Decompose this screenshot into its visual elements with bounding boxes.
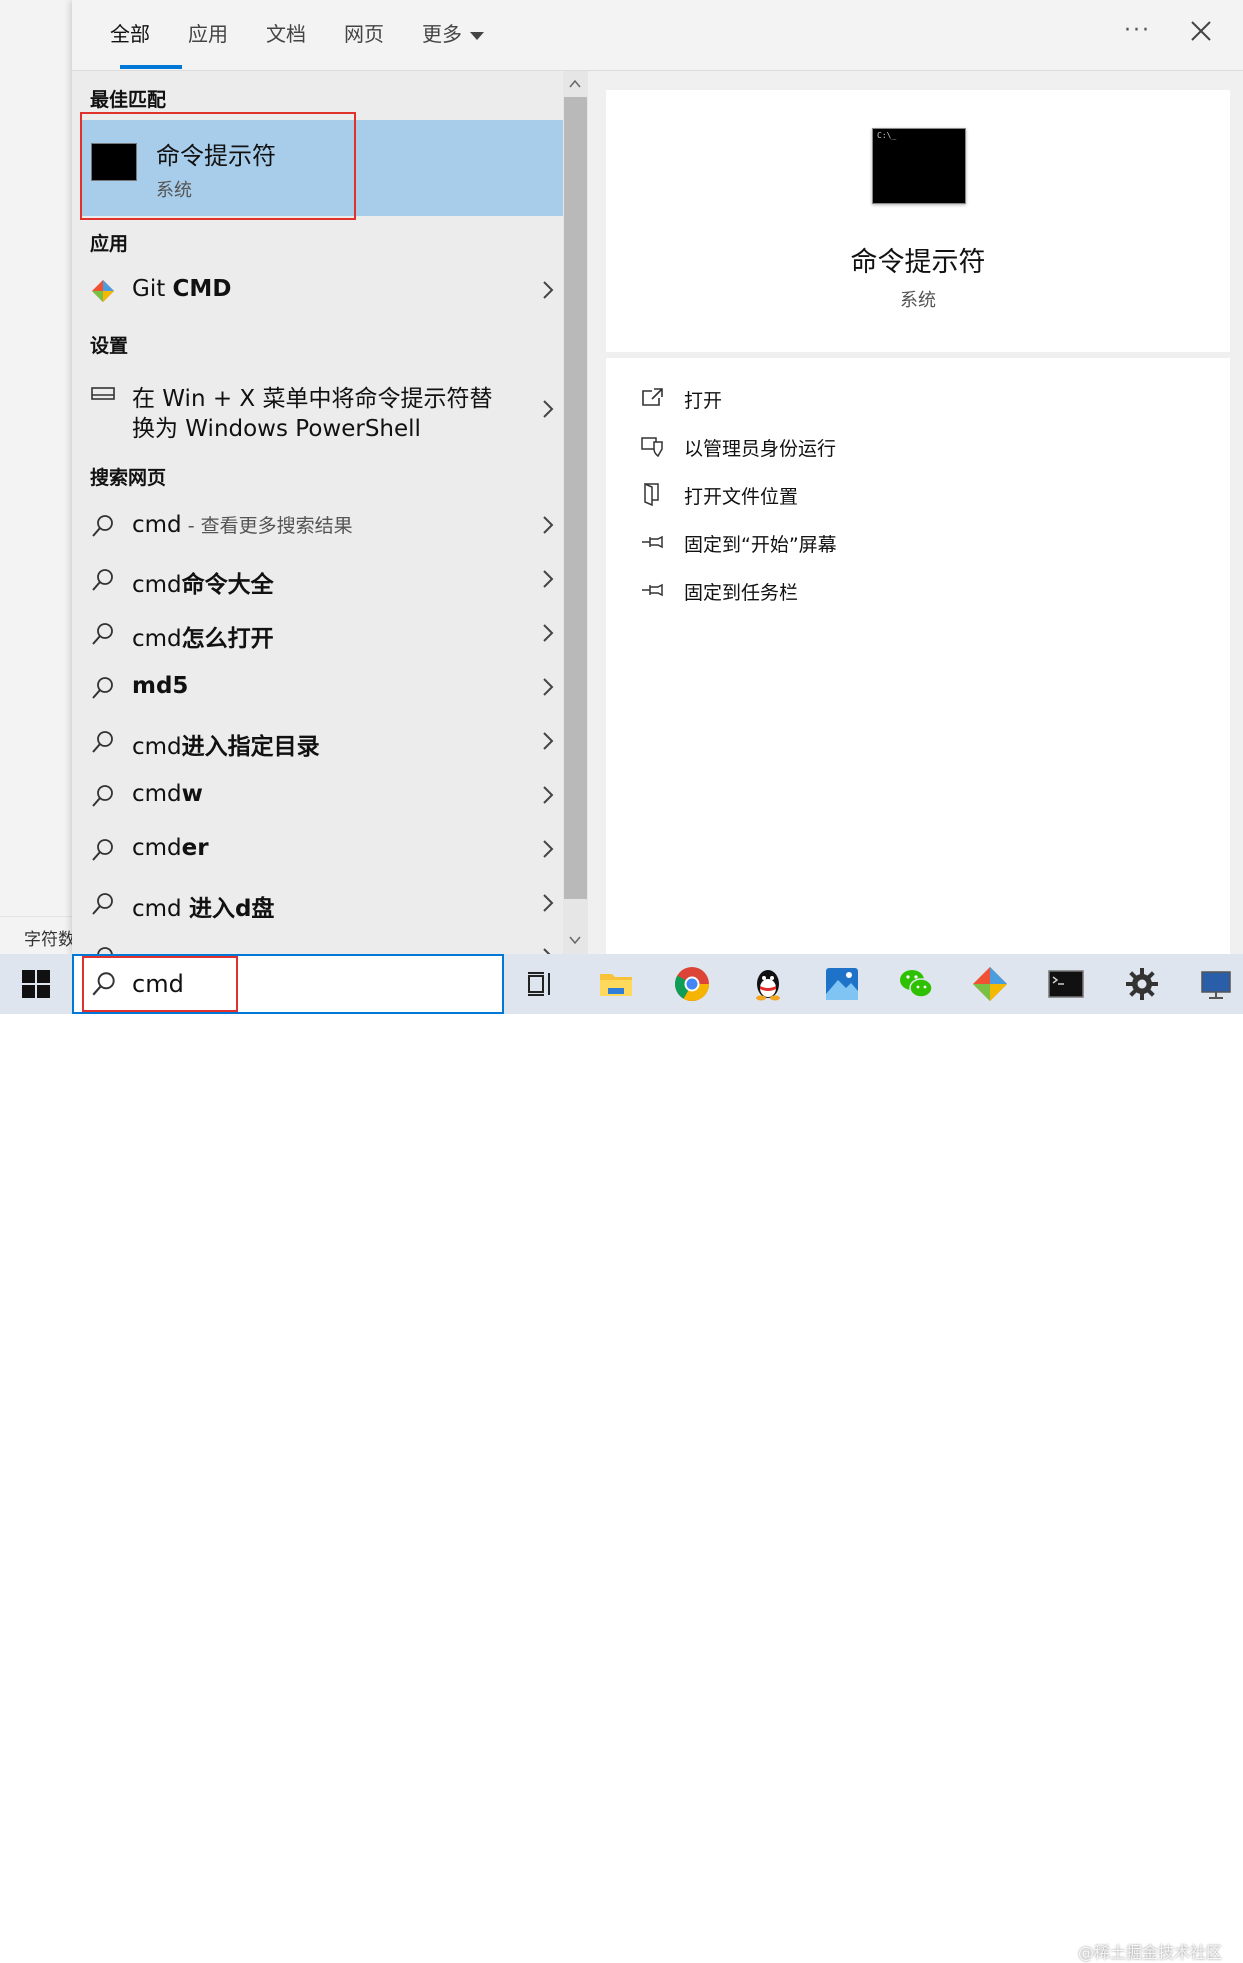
web-result-label: cmd怎么打开 — [132, 626, 274, 652]
chevron-right-icon[interactable] — [542, 569, 554, 589]
settings-label-line1: 在 Win + X 菜单中将命令提示符替 — [132, 386, 493, 412]
action-pin-to-taskbar[interactable]: 固定到任务栏 — [640, 570, 1200, 610]
action-run-as-admin[interactable]: 以管理员身份运行 — [640, 426, 1200, 466]
scroll-up-icon[interactable] — [568, 77, 582, 91]
preview-subtitle: 系统 — [900, 290, 936, 311]
active-tab-indicator — [120, 65, 182, 69]
chevron-right-icon[interactable] — [542, 623, 554, 643]
settings-gear-icon[interactable] — [1122, 964, 1162, 1004]
action-open-file-location[interactable]: 打开文件位置 — [640, 474, 1200, 514]
chevron-right-icon[interactable] — [542, 893, 554, 913]
close-icon[interactable] — [1186, 16, 1216, 46]
web-result-item[interactable]: cmd进入指定目录 — [72, 717, 563, 767]
background-window: 字符数 — [0, 0, 75, 954]
section-settings: 设置 — [90, 335, 129, 357]
section-web: 搜索网页 — [90, 467, 167, 489]
settings-label-line2: 换为 Windows PowerShell — [132, 416, 421, 442]
caret-down-icon — [470, 31, 484, 40]
chevron-right-icon[interactable] — [542, 731, 554, 751]
tab-more[interactable]: 更多 — [422, 18, 484, 47]
chrome-icon[interactable] — [672, 964, 712, 1004]
web-result-item[interactable]: cmd - 查看更多搜索结果 — [72, 501, 563, 551]
scrollbar-thumb[interactable] — [564, 97, 587, 899]
search-icon — [97, 947, 113, 954]
web-result-label: cmd命令大全 — [132, 572, 274, 598]
chevron-right-icon[interactable] — [542, 785, 554, 805]
scroll-down-icon[interactable] — [568, 933, 582, 947]
search-icon — [92, 623, 113, 645]
action-pin-to-start[interactable]: 固定到“开始”屏幕 — [640, 522, 1200, 562]
tab-web[interactable]: 网页 — [344, 18, 384, 47]
search-icon — [92, 785, 113, 807]
search-icon — [92, 839, 113, 861]
file-explorer-icon[interactable] — [596, 964, 636, 1004]
windows-start-icon[interactable] — [22, 970, 50, 998]
chevron-right-icon[interactable] — [542, 839, 554, 859]
app-item-git-cmd[interactable]: Git CMD — [72, 266, 563, 316]
git-icon — [92, 280, 114, 302]
qq-icon[interactable] — [748, 964, 788, 1004]
web-result-label: cmd - 查看更多搜索结果 — [132, 512, 353, 538]
web-result-label: md5 — [132, 673, 189, 699]
task-view-icon[interactable] — [520, 964, 560, 1004]
web-result-label: cmdw — [132, 781, 203, 807]
search-tabs: 全部 应用 文档 网页 更多 ··· — [72, 0, 1243, 71]
taskbar-settings-icon — [91, 387, 115, 400]
preview-title: 命令提示符 — [850, 247, 986, 278]
results-list: 最佳匹配 命令提示符 系统 应用 Git CMD 设置 在 Win + X 菜单… — [72, 71, 563, 954]
settings-item-powershell[interactable]: 在 Win + X 菜单中将命令提示符替 换为 Windows PowerShe… — [72, 371, 563, 447]
web-result-item[interactable]: md5 — [72, 663, 563, 713]
git-icon[interactable] — [970, 964, 1010, 1004]
web-result-item[interactable]: cmdw — [72, 771, 563, 821]
open-icon — [642, 388, 663, 406]
web-result-item-partial[interactable] — [72, 933, 563, 954]
search-icon — [92, 731, 113, 753]
section-apps: 应用 — [90, 233, 129, 255]
command-prompt-icon[interactable] — [1046, 964, 1086, 1004]
action-open[interactable]: 打开 — [640, 378, 1200, 418]
web-result-item[interactable]: cmd命令大全 — [72, 555, 563, 605]
chevron-right-icon[interactable] — [542, 399, 554, 419]
chevron-right-icon[interactable] — [542, 947, 554, 954]
highlight-box — [80, 112, 356, 220]
command-prompt-icon: C:\_ — [872, 128, 966, 204]
pin-icon — [642, 535, 663, 549]
section-best-match: 最佳匹配 — [90, 89, 167, 111]
file-location-icon — [644, 482, 659, 506]
more-options-icon[interactable]: ··· — [1124, 18, 1151, 43]
tab-all[interactable]: 全部 — [110, 18, 150, 47]
search-panel: 全部 应用 文档 网页 更多 ··· 最佳匹配 命令提示符 系统 应用 Git … — [72, 0, 1243, 954]
search-icon — [92, 677, 113, 699]
background-window-text: 字符数 — [24, 930, 75, 950]
wechat-icon[interactable] — [896, 964, 936, 1004]
icon-text: C:\_ — [877, 131, 897, 140]
shield-icon — [641, 437, 663, 458]
preview-actions: 打开 以管理员身份运行 打开文件位置 固定到“开始”屏幕 固定到任务栏 — [606, 358, 1230, 954]
web-result-item[interactable]: cmd 进入d盘 — [72, 879, 563, 929]
results-scrollbar[interactable] — [563, 71, 588, 954]
pin-icon — [642, 583, 663, 597]
tab-documents[interactable]: 文档 — [266, 18, 306, 47]
web-result-label: cmd 进入d盘 — [132, 896, 275, 922]
preview-card: C:\_ 命令提示符 系统 — [606, 90, 1230, 352]
remote-desktop-icon[interactable] — [1196, 964, 1236, 1004]
search-icon — [92, 515, 113, 537]
chevron-right-icon[interactable] — [542, 515, 554, 535]
watermark: @稀土掘金技术社区 — [1078, 1943, 1223, 1962]
web-result-item[interactable]: cmd怎么打开 — [72, 609, 563, 659]
tab-apps[interactable]: 应用 — [188, 18, 228, 47]
app-label: Git CMD — [132, 276, 232, 302]
highlight-box — [82, 956, 238, 1012]
search-icon — [92, 569, 113, 591]
chevron-right-icon[interactable] — [542, 677, 554, 697]
web-result-label: cmd进入指定目录 — [132, 734, 320, 760]
photos-icon[interactable] — [822, 964, 862, 1004]
web-result-item[interactable]: cmder — [72, 825, 563, 875]
chevron-right-icon[interactable] — [542, 280, 554, 300]
search-icon — [92, 893, 113, 915]
tab-more-label: 更多 — [422, 22, 462, 46]
divider — [0, 916, 72, 917]
web-result-label: cmder — [132, 835, 209, 861]
